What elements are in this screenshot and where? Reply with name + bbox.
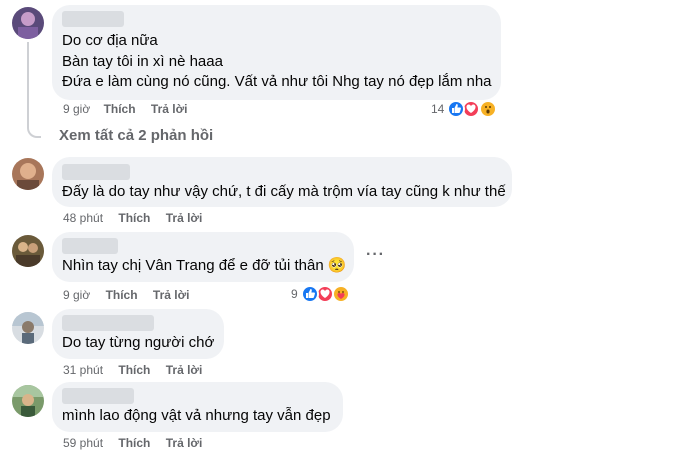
reply-button[interactable]: Trả lời (166, 436, 203, 450)
comment-timestamp[interactable]: 9 giờ (63, 102, 90, 116)
comment-timestamp[interactable]: 48 phút (63, 211, 103, 225)
comment-text: Bàn tay tôi in xì nè haaa (62, 53, 223, 70)
like-button[interactable]: Thích (104, 102, 136, 116)
avatar[interactable] (12, 235, 44, 267)
comment-text: Đấy là do tay như vậy chứ, t đi cấy mà t… (62, 183, 506, 200)
comment-text: Do tay từng người chớ (62, 334, 215, 351)
comment-meta: 31 phút Thích Trả lời (63, 362, 202, 378)
comment-author-name-redacted[interactable] (62, 388, 134, 404)
comment-text: Do cơ địa nữa (62, 32, 158, 49)
like-button[interactable]: Thích (118, 211, 150, 225)
comment-author-name-redacted[interactable] (62, 315, 154, 331)
like-button[interactable]: Thích (118, 363, 150, 377)
comment-meta: 59 phút Thích Trả lời (63, 435, 202, 451)
comment-text: Nhìn tay chị Vân Trang để e đỡ tủi thân … (62, 257, 347, 274)
more-options-button[interactable]: ··· (366, 246, 385, 264)
avatar[interactable] (12, 312, 44, 344)
comment-timestamp[interactable]: 31 phút (63, 363, 103, 377)
care-icon (332, 285, 350, 303)
like-icon (447, 100, 465, 118)
comment-author-name-redacted[interactable] (62, 11, 124, 27)
comment-timestamp[interactable]: 59 phút (63, 436, 103, 450)
reply-button[interactable]: Trả lời (151, 102, 188, 116)
see-all-replies-link[interactable]: Xem tất cả 2 phản hồi (59, 127, 213, 144)
comment-author-name-redacted[interactable] (62, 238, 118, 254)
comment-meta: 9 giờ Thích Trả lời (63, 287, 189, 303)
reply-button[interactable]: Trả lời (166, 363, 203, 377)
reaction-count[interactable]: 14 (431, 100, 444, 118)
comment-text: mình lao động vật vả nhưng tay vẫn đẹp (62, 407, 331, 424)
comment-text: Đứa e làm cùng nó cũng. Vất vả như tôi N… (62, 73, 492, 90)
reply-button[interactable]: Trả lời (153, 288, 190, 302)
like-button[interactable]: Thích (106, 288, 138, 302)
comment-author-name-redacted[interactable] (62, 164, 130, 180)
like-icon (301, 285, 319, 303)
comment-timestamp[interactable]: 9 giờ (63, 288, 90, 302)
comment-meta: 48 phút Thích Trả lời (63, 210, 202, 226)
comment-meta: 9 giờ Thích Trả lời (63, 101, 187, 117)
avatar[interactable] (12, 7, 44, 39)
reply-button[interactable]: Trả lời (166, 211, 203, 225)
wow-icon (479, 100, 497, 118)
avatar[interactable] (12, 158, 44, 190)
reaction-count[interactable]: 9 (291, 285, 298, 303)
avatar[interactable] (12, 385, 44, 417)
reply-thread-line (27, 42, 41, 138)
like-button[interactable]: Thích (118, 436, 150, 450)
